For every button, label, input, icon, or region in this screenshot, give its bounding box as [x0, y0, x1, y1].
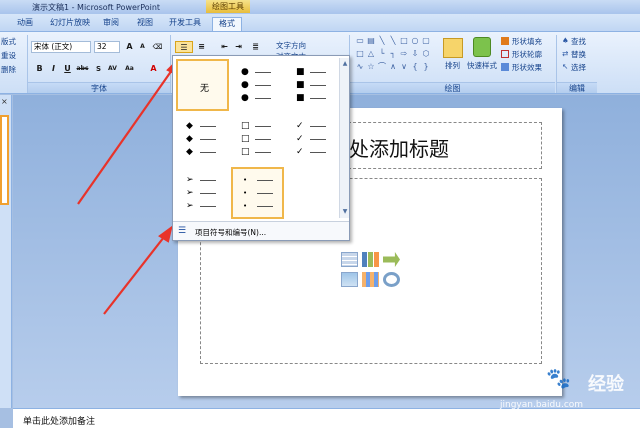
bullet-style-hollow-square[interactable]: □ □ □ — [231, 113, 284, 165]
watermark-url: jingyan.baidu.com — [500, 400, 584, 410]
arrow-bullet-icon: ➢ — [186, 201, 194, 211]
bullet-none-label: 无 — [199, 84, 209, 94]
hollow-square-bullet-icon: □ — [241, 147, 250, 157]
bullets-and-numbering-label: 项目符号和编号(N)... — [195, 228, 267, 237]
hollow-square-bullet-icon: □ — [241, 121, 250, 131]
list-icon: ☰ — [178, 226, 187, 236]
bullet-style-checkmark[interactable]: ✓ ✓ ✓ — [286, 113, 339, 165]
checkmark-bullet-icon: ✓ — [296, 147, 304, 157]
arrow-bullet-icon: ➢ — [186, 175, 194, 185]
bullet-style-small-dot[interactable]: • • • — [231, 167, 284, 219]
bullet-style-none[interactable]: 无 — [176, 59, 229, 111]
filled-square-bullet-icon: ■ — [296, 93, 305, 103]
arrow-bullet-icon: ➢ — [186, 188, 194, 198]
bullet-style-diamond[interactable]: ◆ ◆ ◆ — [176, 113, 229, 165]
gallery-scrollbar[interactable]: ▲ ▼ — [339, 58, 349, 218]
checkmark-bullet-icon: ✓ — [296, 121, 304, 131]
diamond-bullet-icon: ◆ — [186, 147, 193, 157]
diamond-bullet-icon: ◆ — [186, 121, 193, 131]
arrow-to-footer-line — [103, 236, 165, 315]
small-dot-bullet-icon: • — [243, 176, 248, 184]
bullets-and-numbering-item[interactable]: ☰ 项目符号和编号(N)... — [173, 221, 349, 240]
scroll-up-icon[interactable]: ▲ — [341, 60, 349, 67]
small-dot-bullet-icon: • — [243, 189, 248, 197]
filled-square-bullet-icon: ■ — [296, 80, 305, 90]
bullet-style-filled-round[interactable]: ● ● ● — [231, 59, 284, 111]
bullets-gallery-dropdown: 无 ● ● ● ■ ■ ■ ◆ ◆ ◆ □ □ □ ✓ ✓ ✓ ➢ ➢ ➢ • … — [172, 55, 350, 241]
filled-square-bullet-icon: ■ — [296, 67, 305, 77]
small-dot-bullet-icon: • — [243, 202, 248, 210]
watermark-brand: Bai — [500, 366, 540, 391]
watermark: Bai 🐾 经验 jingyan.baidu.com — [496, 362, 636, 422]
paw-logo-icon: 🐾 — [546, 366, 571, 390]
filled-round-bullet-icon: ● — [241, 80, 249, 90]
bullet-style-filled-square[interactable]: ■ ■ ■ — [286, 59, 339, 111]
filled-round-bullet-icon: ● — [241, 93, 249, 103]
scroll-down-icon[interactable]: ▼ — [341, 208, 349, 215]
hollow-square-bullet-icon: □ — [241, 134, 250, 144]
bullet-style-arrow[interactable]: ➢ ➢ ➢ — [176, 167, 229, 219]
watermark-brand2: 经验 — [588, 374, 624, 395]
checkmark-bullet-icon: ✓ — [296, 134, 304, 144]
arrow-to-bullets-line — [77, 69, 173, 205]
diamond-bullet-icon: ◆ — [186, 134, 193, 144]
filled-round-bullet-icon: ● — [241, 67, 249, 77]
